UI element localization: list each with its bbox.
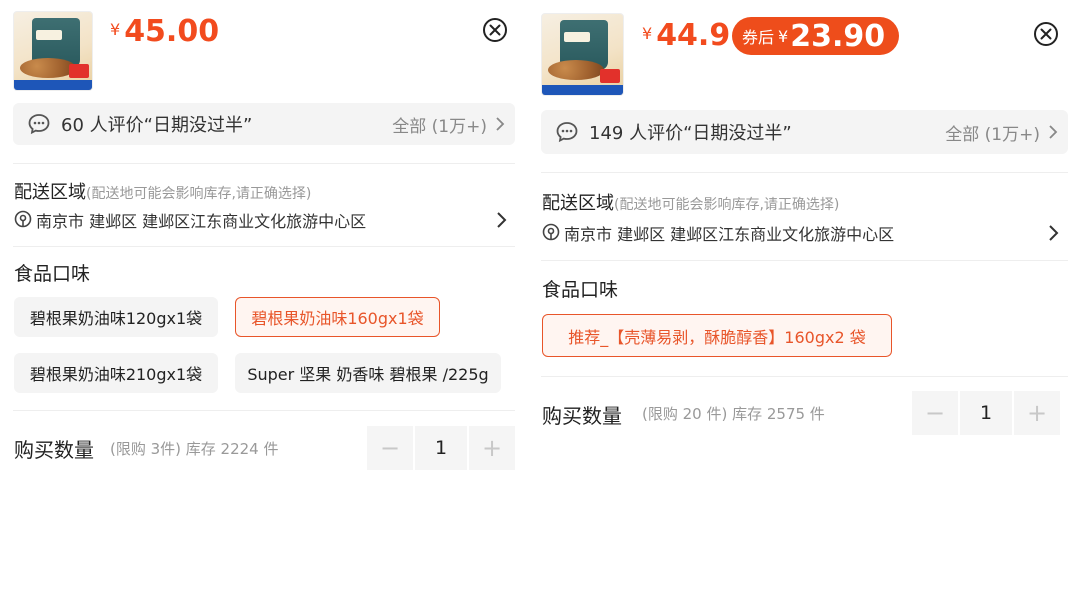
delivery-address-row[interactable]: 南京市 建邺区 建邺区江东商业文化旅游中心区	[14, 207, 366, 233]
close-button[interactable]	[483, 18, 507, 42]
price: ¥45.00	[110, 14, 219, 49]
divider	[13, 163, 515, 164]
divider	[541, 260, 1068, 261]
review-summary: 60 人评价“日期没过半”	[61, 115, 253, 136]
delivery-title: 配送区域(配送地可能会影响库存,请正确选择)	[542, 189, 839, 215]
delivery-title-text: 配送区域	[14, 182, 86, 203]
quantity-stepper: − 1 +	[367, 426, 515, 470]
divider	[541, 172, 1068, 173]
delivery-title-text: 配送区域	[542, 193, 614, 214]
flavor-option-selected[interactable]: 碧根果奶油味160gx1袋	[235, 297, 440, 337]
divider	[13, 410, 515, 411]
coupon-currency: ¥	[778, 26, 789, 46]
decrement-button[interactable]: −	[912, 391, 958, 435]
divider	[541, 376, 1068, 377]
flavor-title: 食品口味	[542, 279, 619, 301]
flavor-option[interactable]: 碧根果奶油味120gx1袋	[14, 297, 218, 337]
flavor-title: 食品口味	[14, 263, 91, 285]
chevron-right-icon	[1049, 125, 1058, 139]
flavor-option-selected[interactable]: 推荐_【壳薄易剥，酥脆醇香】160gx2 袋	[542, 314, 892, 357]
review-bar[interactable]: 149 人评价“日期没过半” 全部 (1万+)	[541, 110, 1068, 154]
increment-button[interactable]: +	[469, 426, 515, 470]
flavor-option[interactable]: 碧根果奶油味210gx1袋	[14, 353, 218, 393]
delivery-title: 配送区域(配送地可能会影响库存,请正确选择)	[14, 178, 311, 204]
right-panel: ¥44.9 券后 ¥23.90 149 人评价“日期没过半” 全部 (1万+) 配…	[532, 0, 1080, 613]
coupon-label: 券后	[742, 28, 775, 47]
coupon-price-badge: 券后 ¥23.90	[732, 17, 900, 55]
delivery-hint: (配送地可能会影响库存,请正确选择)	[86, 186, 312, 202]
chevron-right-icon[interactable]	[496, 211, 508, 229]
review-all-count: 全部 (1万+)	[945, 124, 1040, 145]
flavor-option[interactable]: Super 坚果 奶香味 碧根果 /225g	[235, 353, 501, 393]
chevron-right-icon[interactable]	[1048, 224, 1060, 242]
quantity-limit-stock: (限购 20 件) 库存 2575 件	[642, 405, 825, 423]
quantity-label: 购买数量	[542, 404, 622, 428]
close-button[interactable]	[1034, 22, 1058, 46]
delivery-address-row[interactable]: 南京市 建邺区 建邺区江东商业文化旅游中心区	[542, 220, 894, 246]
price-currency: ¥	[110, 20, 121, 39]
chat-bubble-icon	[28, 114, 50, 135]
review-summary: 149 人评价“日期没过半”	[589, 123, 792, 144]
price-value: 44.9	[656, 18, 731, 53]
quantity-value[interactable]: 1	[960, 391, 1012, 435]
close-icon	[1040, 28, 1052, 40]
review-bar[interactable]: 60 人评价“日期没过半” 全部 (1万+)	[13, 103, 515, 145]
quantity-stepper: − 1 +	[912, 391, 1060, 435]
delivery-address: 南京市 建邺区 建邺区江东商业文化旅游中心区	[564, 225, 895, 244]
location-pin-icon	[542, 223, 560, 241]
decrement-button[interactable]: −	[367, 426, 413, 470]
increment-button[interactable]: +	[1014, 391, 1060, 435]
price-value: 45.00	[124, 14, 220, 49]
location-pin-icon	[14, 210, 32, 228]
chevron-right-icon	[496, 117, 505, 131]
chat-bubble-icon	[556, 122, 578, 143]
review-all-count: 全部 (1万+)	[392, 116, 487, 137]
coupon-value: 23.90	[790, 18, 886, 54]
price-currency: ¥	[642, 24, 653, 43]
left-panel: ¥45.00 60 人评价“日期没过半” 全部 (1万+) 配送区域(配送地可能…	[0, 0, 528, 613]
product-thumbnail	[541, 13, 624, 96]
delivery-hint: (配送地可能会影响库存,请正确选择)	[614, 197, 840, 213]
close-icon	[489, 24, 501, 36]
product-thumbnail	[13, 11, 93, 91]
quantity-limit-stock: (限购 3件) 库存 2224 件	[110, 440, 279, 458]
divider	[13, 246, 515, 247]
quantity-value[interactable]: 1	[415, 426, 467, 470]
quantity-label: 购买数量	[14, 438, 94, 462]
price: ¥44.9	[642, 18, 730, 53]
delivery-address: 南京市 建邺区 建邺区江东商业文化旅游中心区	[36, 212, 367, 231]
